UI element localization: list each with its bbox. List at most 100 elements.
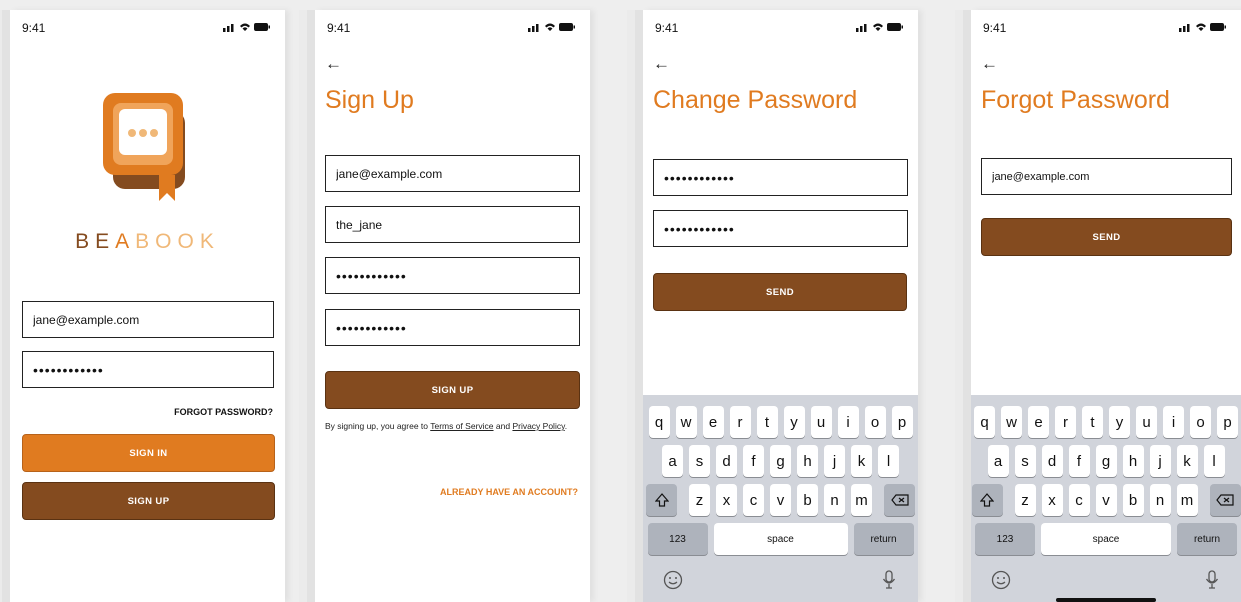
home-indicator <box>1056 598 1156 602</box>
key-letter[interactable]: r <box>729 406 751 438</box>
key-letter[interactable]: c <box>1068 484 1090 516</box>
space-key[interactable]: space <box>1041 523 1171 555</box>
key-letter[interactable]: a <box>662 445 683 477</box>
backspace-key[interactable] <box>884 484 915 516</box>
key-letter[interactable]: s <box>689 445 710 477</box>
key-letter[interactable]: j <box>824 445 845 477</box>
backspace-key[interactable] <box>1209 484 1241 516</box>
email-input[interactable] <box>325 155 580 192</box>
key-letter[interactable]: p <box>891 406 913 438</box>
key-letter[interactable]: i <box>837 406 859 438</box>
key-letter[interactable]: w <box>675 406 697 438</box>
signin-screen: 9:41 BEABOOK FORGOT PASSWORD? SIGN IN SI… <box>10 10 285 602</box>
key-letter[interactable]: g <box>1095 445 1117 477</box>
key-letter[interactable]: r <box>1055 406 1076 438</box>
key-letter[interactable]: d <box>716 445 737 477</box>
key-letter[interactable]: n <box>1149 484 1171 516</box>
key-letter[interactable]: t <box>756 406 778 438</box>
privacy-policy-link[interactable]: Privacy Policy <box>512 421 564 431</box>
shift-key[interactable] <box>971 484 1003 516</box>
key-letter[interactable]: t <box>1082 406 1103 438</box>
numbers-key[interactable]: 123 <box>647 523 708 555</box>
key-letter[interactable]: x <box>716 484 737 516</box>
key-letter[interactable]: i <box>1163 406 1184 438</box>
emoji-icon[interactable] <box>991 570 1011 590</box>
back-arrow-icon[interactable]: ← <box>653 54 670 74</box>
key-letter[interactable]: l <box>1203 445 1225 477</box>
keyboard-row-3: zxcvbnm <box>643 484 918 516</box>
key-letter[interactable]: m <box>851 484 872 516</box>
keyboard-row-4: 123 space return <box>643 523 918 555</box>
keyboard-row-4: 123 space return <box>971 523 1241 555</box>
status-icons <box>1179 23 1226 32</box>
terms-of-service-link[interactable]: Terms of Service <box>430 421 493 431</box>
key-letter[interactable]: k <box>1176 445 1198 477</box>
page-title: Change Password <box>653 86 858 114</box>
email-input[interactable] <box>22 301 274 338</box>
key-letter[interactable]: o <box>1190 406 1211 438</box>
key-letter[interactable]: b <box>797 484 818 516</box>
key-letter[interactable]: s <box>1014 445 1036 477</box>
key-letter[interactable]: w <box>1001 406 1022 438</box>
password-input[interactable] <box>22 351 274 388</box>
key-letter[interactable]: y <box>1109 406 1130 438</box>
key-letter[interactable]: n <box>824 484 845 516</box>
back-arrow-icon[interactable]: ← <box>325 54 342 74</box>
keyboard-row-1: qwertyuiop <box>643 406 918 438</box>
confirm-password-input[interactable] <box>325 309 580 346</box>
key-letter[interactable]: d <box>1041 445 1063 477</box>
signup-screen: 9:41 ← Sign Up SIGN UP By signing up, yo… <box>315 10 590 602</box>
key-letter[interactable]: a <box>987 445 1009 477</box>
key-letter[interactable]: e <box>702 406 724 438</box>
key-letter[interactable]: j <box>1149 445 1171 477</box>
return-key[interactable]: return <box>1177 523 1237 555</box>
key-letter[interactable]: v <box>770 484 791 516</box>
key-letter[interactable]: b <box>1122 484 1144 516</box>
forgot-password-link[interactable]: FORGOT PASSWORD? <box>174 407 273 417</box>
status-time: 9:41 <box>327 21 351 35</box>
email-input[interactable] <box>981 158 1232 195</box>
key-letter[interactable]: z <box>1014 484 1036 516</box>
key-letter[interactable]: v <box>1095 484 1117 516</box>
username-input[interactable] <box>325 206 580 243</box>
shift-key[interactable] <box>646 484 677 516</box>
key-letter[interactable]: o <box>864 406 886 438</box>
sign-up-button[interactable]: SIGN UP <box>22 482 275 520</box>
key-letter[interactable]: e <box>1028 406 1049 438</box>
numbers-key[interactable]: 123 <box>975 523 1035 555</box>
key-letter[interactable]: q <box>974 406 995 438</box>
microphone-icon[interactable] <box>882 570 896 590</box>
key-letter[interactable]: u <box>1136 406 1157 438</box>
password-input[interactable] <box>325 257 580 294</box>
send-button[interactable]: SEND <box>981 218 1232 256</box>
keyboard-row-2: asdfghjkl <box>643 445 918 477</box>
key-letter[interactable]: f <box>743 445 764 477</box>
key-letter[interactable]: l <box>878 445 899 477</box>
key-letter[interactable]: k <box>851 445 872 477</box>
space-key[interactable]: space <box>713 523 848 555</box>
forgot-password-screen: 9:41 ← Forgot Password SEND qwertyuiop a… <box>971 10 1241 602</box>
return-key[interactable]: return <box>853 523 914 555</box>
emoji-icon[interactable] <box>663 570 683 590</box>
key-letter[interactable]: y <box>783 406 805 438</box>
back-arrow-icon[interactable]: ← <box>981 54 998 74</box>
keyboard: qwertyuiop asdfghjkl zxcvbnm 123 space r… <box>643 395 918 602</box>
confirm-password-input[interactable] <box>653 210 908 247</box>
new-password-input[interactable] <box>653 159 908 196</box>
key-letter[interactable]: c <box>743 484 764 516</box>
key-letter[interactable]: x <box>1041 484 1063 516</box>
send-button[interactable]: SEND <box>653 273 907 311</box>
key-letter[interactable]: f <box>1068 445 1090 477</box>
already-have-account-link[interactable]: ALREADY HAVE AN ACCOUNT? <box>440 487 578 497</box>
sign-in-button[interactable]: SIGN IN <box>22 434 275 472</box>
key-letter[interactable]: z <box>689 484 710 516</box>
key-letter[interactable]: u <box>810 406 832 438</box>
key-letter[interactable]: m <box>1176 484 1198 516</box>
key-letter[interactable]: q <box>648 406 670 438</box>
sign-up-button[interactable]: SIGN UP <box>325 371 580 409</box>
key-letter[interactable]: p <box>1217 406 1238 438</box>
key-letter[interactable]: g <box>770 445 791 477</box>
microphone-icon[interactable] <box>1205 570 1219 590</box>
key-letter[interactable]: h <box>1122 445 1144 477</box>
key-letter[interactable]: h <box>797 445 818 477</box>
